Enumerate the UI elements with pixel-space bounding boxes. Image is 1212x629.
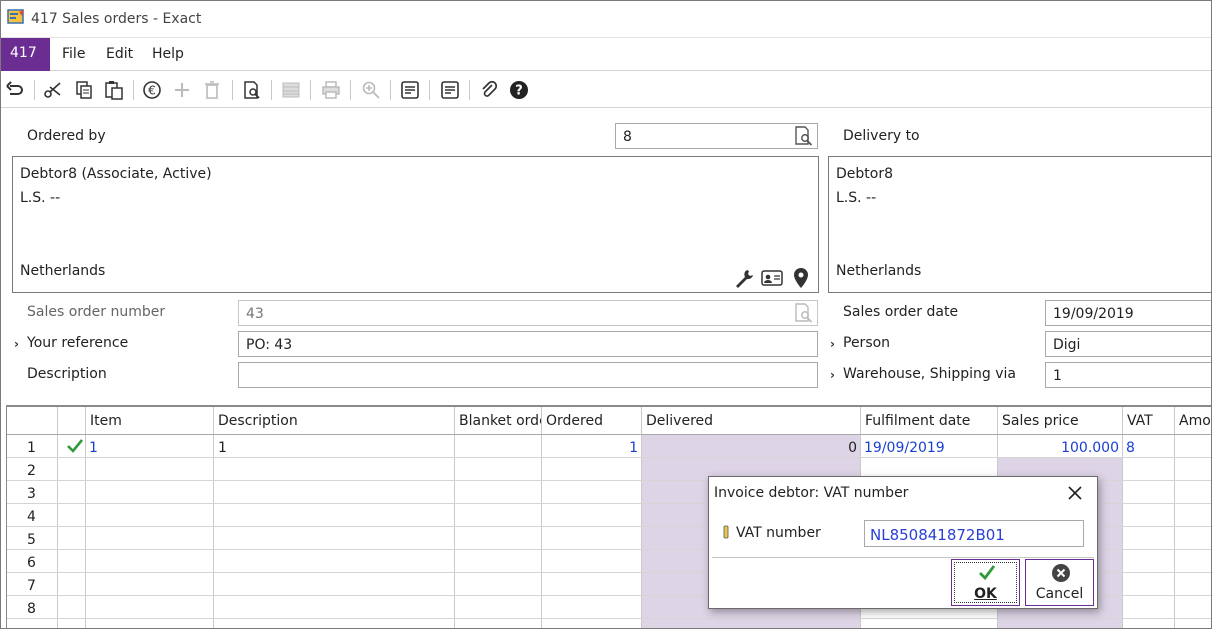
person-label: Person	[843, 335, 891, 351]
attachment-icon[interactable]	[478, 79, 500, 101]
company-badge[interactable]: 417	[1, 38, 50, 71]
your-reference-field[interactable]: PO: 43	[238, 331, 818, 357]
address-name: Debtor8 (Associate, Active)	[20, 166, 212, 182]
wrench-icon[interactable]	[733, 267, 755, 289]
column-header-fulfilment-date[interactable]: Fulfilment date	[865, 413, 970, 429]
column-header-sales-price[interactable]: Sales price	[1002, 413, 1079, 429]
row-number: 5	[27, 532, 36, 548]
warehouse-field[interactable]: 1	[1045, 362, 1211, 388]
delivery-address-line: L.S. --	[836, 190, 877, 206]
checkmark-icon	[979, 565, 996, 581]
list-icon	[280, 79, 302, 101]
row-number: 6	[27, 555, 36, 571]
cell-sales-price[interactable]: 100.000	[997, 440, 1119, 456]
column-header-amount[interactable]: Amou	[1179, 413, 1211, 429]
your-reference-label: Your reference	[27, 335, 129, 351]
delivery-address-country: Netherlands	[836, 263, 922, 279]
chevron-right-icon[interactable]: ›	[830, 337, 835, 351]
row-number: 3	[27, 486, 36, 502]
required-marker-icon	[723, 525, 729, 539]
notes-icon[interactable]	[399, 79, 421, 101]
ok-button-label: OK	[974, 586, 997, 602]
contact-card-icon[interactable]	[761, 268, 783, 288]
warehouse-label: Warehouse, Shipping via	[843, 366, 1016, 382]
ordered-by-label: Ordered by	[27, 128, 106, 144]
copy-icon[interactable]	[73, 79, 95, 101]
map-pin-icon[interactable]	[792, 267, 810, 289]
help-icon[interactable]: ?	[508, 79, 530, 101]
delivery-address-name: Debtor8	[836, 166, 893, 182]
description-field[interactable]	[238, 362, 818, 388]
menu-file[interactable]: File	[62, 46, 85, 62]
lookup-disabled-icon	[795, 303, 813, 323]
row-number: 7	[27, 578, 36, 594]
column-header-description[interactable]: Description	[218, 413, 298, 429]
delete-icon	[201, 79, 223, 101]
menu-help[interactable]: Help	[152, 46, 184, 62]
cell-fulfilment-date[interactable]: 19/09/2019	[864, 440, 945, 456]
cell-description[interactable]: 1	[218, 440, 227, 456]
column-header-ordered[interactable]: Ordered	[546, 413, 603, 429]
toolbar: € ?	[1, 72, 1211, 108]
delivery-to-label: Delivery to	[843, 128, 920, 144]
vat-number-label: VAT number	[736, 525, 821, 541]
sales-order-number-label: Sales order number	[27, 304, 166, 320]
row-number: 4	[27, 509, 36, 525]
row-number: 2	[27, 463, 36, 479]
vat-number-input[interactable]: NL850841872B01	[864, 520, 1084, 547]
add-icon	[171, 79, 193, 101]
notes2-icon[interactable]	[439, 79, 461, 101]
title-bar: 417 Sales orders - Exact	[1, 1, 1211, 37]
row-number: 8	[27, 601, 36, 617]
euro-icon[interactable]: €	[141, 79, 163, 101]
cell-vat[interactable]: 8	[1126, 440, 1135, 456]
undo-icon[interactable]	[4, 79, 26, 101]
row-number: 1	[27, 440, 36, 456]
sales-order-date-field[interactable]: 19/09/2019	[1045, 300, 1211, 326]
sales-order-date-label: Sales order date	[843, 304, 959, 320]
delivery-address[interactable]: Debtor8 L.S. -- Netherlands	[828, 156, 1211, 293]
address-line: L.S. --	[20, 190, 61, 206]
ok-button[interactable]: OK	[951, 559, 1020, 606]
chevron-right-icon[interactable]: ›	[830, 368, 835, 382]
cancel-button-label: Cancel	[1035, 586, 1084, 602]
svg-text:€: €	[148, 84, 156, 98]
ordered-by-input[interactable]: 8	[615, 123, 818, 149]
svg-text:?: ?	[515, 84, 523, 99]
lookup-icon[interactable]	[793, 125, 815, 147]
column-header-delivered[interactable]: Delivered	[646, 413, 713, 429]
cell-item[interactable]: 1	[89, 440, 98, 456]
window-title: 417 Sales orders - Exact	[31, 11, 202, 27]
print-icon	[320, 79, 342, 101]
cell-ordered[interactable]: 1	[541, 440, 638, 456]
cancel-button[interactable]: Cancel	[1025, 559, 1094, 606]
ordered-by-address[interactable]: Debtor8 (Associate, Active) L.S. -- Neth…	[12, 156, 819, 293]
column-header-vat[interactable]: VAT	[1127, 413, 1153, 429]
menu-bar: 417 File Edit Help	[1, 37, 1211, 71]
column-header-item[interactable]: Item	[90, 413, 122, 429]
app-window: 417 Sales orders - Exact 417 File Edit H…	[0, 0, 1212, 629]
cut-icon[interactable]	[42, 79, 64, 101]
description-label: Description	[27, 366, 107, 382]
column-header-blanket-order[interactable]: Blanket orde	[459, 413, 541, 429]
cell-delivered[interactable]: 0	[641, 440, 857, 456]
sales-order-number-field: 43	[238, 300, 818, 326]
dialog-title: Invoice debtor: VAT number	[714, 485, 909, 501]
menu-edit[interactable]: Edit	[106, 46, 133, 62]
app-icon	[7, 9, 24, 24]
person-field[interactable]: Digi	[1045, 331, 1211, 357]
preview-icon[interactable]	[241, 79, 263, 101]
paste-icon[interactable]	[103, 79, 125, 101]
close-icon[interactable]	[1065, 483, 1085, 503]
address-country: Netherlands	[20, 263, 106, 279]
chevron-right-icon[interactable]: ›	[14, 337, 19, 351]
vat-number-dialog: Invoice debtor: VAT number VAT number NL…	[708, 476, 1098, 609]
cancel-icon	[1052, 564, 1070, 582]
check-icon	[67, 439, 84, 453]
zoom-icon	[360, 79, 382, 101]
